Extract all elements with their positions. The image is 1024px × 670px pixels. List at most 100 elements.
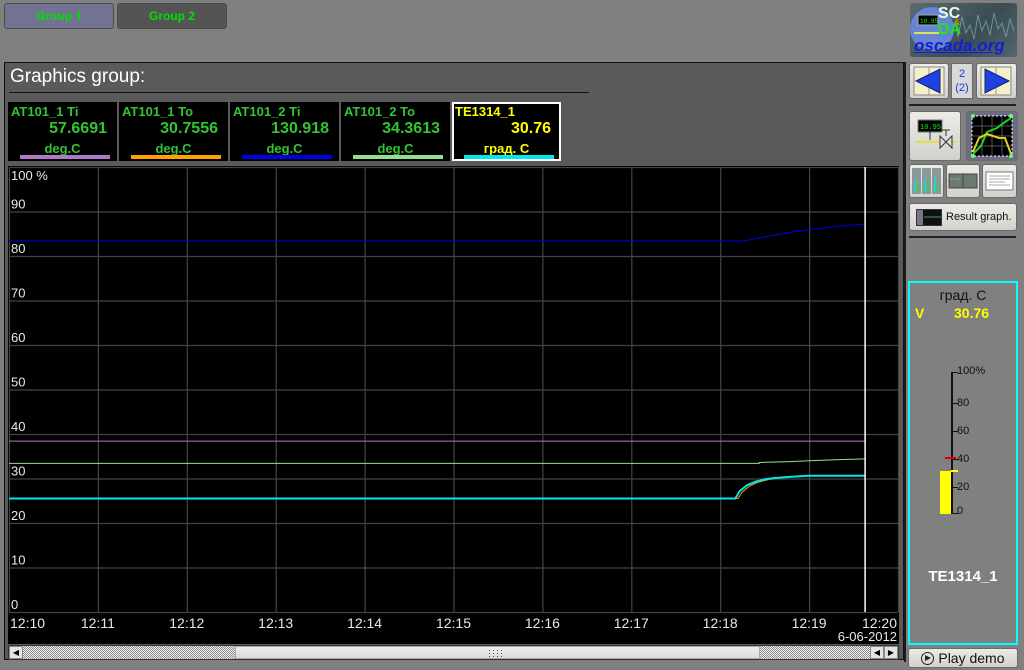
sidebar-separator <box>909 236 1016 238</box>
scroll-track[interactable] <box>23 646 870 659</box>
y-tick-label: 60 <box>11 330 25 345</box>
y-tick-label: 70 <box>11 286 25 301</box>
play-demo-label: Play demo <box>938 650 1005 666</box>
legend-color-bar <box>464 155 554 159</box>
arrow-left-icon <box>913 66 945 96</box>
tab-group-2[interactable]: Group 2 <box>117 3 227 29</box>
meter-level-bar <box>940 470 951 514</box>
document-icon <box>985 171 1014 191</box>
meter-parameter-name: TE1314_1 <box>928 568 998 585</box>
arrow-right-icon: ▶ <box>887 648 895 657</box>
arrow-right-icon <box>980 66 1012 96</box>
legend-item-at101-2-ti[interactable]: AT101_2 Ti 130.918 deg.C <box>230 102 339 161</box>
meter-value: 30.76 <box>954 305 990 321</box>
control-panels-icon <box>912 168 941 194</box>
y-tick-label: 20 <box>11 508 25 523</box>
scroll-left-button[interactable]: ◀ <box>9 646 23 659</box>
sidebar-separator <box>909 104 1016 106</box>
x-tick-label: 12:11 <box>81 615 115 631</box>
y-tick-label: 100 % <box>11 168 48 183</box>
meter-value-marker <box>951 469 958 472</box>
x-tick-label: 12:16 <box>525 615 560 631</box>
oscada-logo[interactable]: 10.95 SC & DA oscada.org <box>910 3 1017 57</box>
legend-color-bar <box>131 155 221 159</box>
x-tick-label: 12:17 <box>614 615 649 631</box>
panel-title: Graphics group: <box>10 66 146 87</box>
scroll-thumb[interactable] <box>234 646 760 659</box>
logo-site: oscada.org <box>914 36 1005 55</box>
x-tick-label: 12:10 <box>10 615 45 631</box>
x-tick-label: 12:18 <box>703 615 738 631</box>
grip-icon <box>489 650 506 657</box>
meter-unit: град. С <box>939 287 987 303</box>
trend-view-button[interactable] <box>966 111 1018 161</box>
result-graph-button[interactable]: Result graph. <box>909 203 1017 231</box>
y-tick-label: 90 <box>11 197 25 212</box>
meter-scale-label: 80 <box>957 397 970 409</box>
selected-parameter-meter: град. С V 30.76 100% 80 60 40 20 0 TE131… <box>908 281 1018 645</box>
result-graph-icon <box>916 209 942 226</box>
next-page-button[interactable] <box>976 63 1017 99</box>
legend-color-bar <box>20 155 110 159</box>
result-graph-label: Result graph. <box>946 211 1012 223</box>
play-circle-icon <box>921 652 935 665</box>
mnemo-scheme-button[interactable]: 10.95 <box>909 111 961 161</box>
x-tick-label: 12:13 <box>258 615 293 631</box>
legend-unit: deg.C <box>44 141 81 156</box>
y-tick-label: 0 <box>11 597 18 612</box>
page-number: 2 <box>958 68 966 80</box>
meter-scale-label: 40 <box>957 453 970 465</box>
arrow-left-icon: ◀ <box>873 648 881 657</box>
legend-name: AT101_2 To <box>344 104 416 119</box>
trend-chart[interactable]: 0 10 20 30 40 50 60 70 80 90 100 % 12:10 12:11 12:12 1… <box>8 166 899 644</box>
logo-display: 10.95 <box>920 18 938 25</box>
arrow-left-icon: ◀ <box>12 648 20 657</box>
svg-text:10.95: 10.95 <box>920 124 941 132</box>
meter-scale-axis <box>951 372 953 514</box>
group-panels-icon <box>948 173 978 189</box>
legend-item-at101-1-ti[interactable]: AT101_1 Ti 57.6691 deg.C <box>8 102 117 161</box>
scroll-right-button[interactable]: ▶ <box>884 646 898 659</box>
trend-chart-svg: 0 10 20 30 40 50 60 70 80 90 100 % 12:10 12:11 12:12 1… <box>8 166 899 644</box>
legend-unit: deg.C <box>155 141 192 156</box>
x-tick-label: 12:19 <box>792 615 827 631</box>
meter-scale-label: 60 <box>957 425 970 437</box>
legend-unit: deg.C <box>266 141 303 156</box>
y-tick-label: 80 <box>11 241 25 256</box>
legend-item-te1314-1[interactable]: TE1314_1 30.76 град. С <box>452 102 561 161</box>
group-overview-button[interactable] <box>946 164 980 198</box>
legend-unit: deg.C <box>377 141 414 156</box>
series-line-at101-2-ti <box>9 223 866 242</box>
y-tick-label: 10 <box>11 553 25 568</box>
tab-group-1[interactable]: Group 1 <box>4 3 114 29</box>
report-document-button[interactable] <box>982 164 1017 198</box>
legend-name: TE1314_1 <box>455 104 515 119</box>
meter-scale-label: 100% <box>957 365 986 377</box>
page-total: (2) <box>955 82 969 94</box>
scroll-left-step-button[interactable]: ◀ <box>870 646 884 659</box>
legend-value: 30.7556 <box>160 120 218 137</box>
meter-value-label: V <box>915 305 925 321</box>
legend-item-at101-1-to[interactable]: AT101_1 To 30.7556 deg.C <box>119 102 228 161</box>
legend-color-bar <box>242 155 332 159</box>
series-line-at101-2-to <box>9 458 866 464</box>
prev-page-button[interactable] <box>909 63 949 99</box>
legend-value: 57.6691 <box>49 120 107 137</box>
x-tick-label: 12:14 <box>347 615 382 631</box>
y-tick-label: 50 <box>11 375 25 390</box>
title-divider <box>9 92 589 93</box>
legend-item-at101-2-to[interactable]: AT101_2 To 34.3613 deg.C <box>341 102 450 161</box>
legend-value: 34.3613 <box>382 120 440 137</box>
date-label: 6-06-2012 <box>838 629 897 644</box>
legend-name: AT101_1 Ti <box>11 104 79 119</box>
legend-value: 130.918 <box>271 120 329 137</box>
graphics-group-panel: Graphics group: AT101_1 Ti 57.6691 deg.C… <box>4 62 904 660</box>
meter-alarm-marker <box>945 456 956 459</box>
play-demo-button[interactable]: Play demo <box>908 648 1018 668</box>
legend-value: 30.76 <box>510 120 551 137</box>
x-tick-label: 12:15 <box>436 615 471 631</box>
meter-scale-label: 20 <box>957 481 970 493</box>
control-panel-view-button[interactable] <box>909 164 944 198</box>
y-tick-label: 30 <box>11 464 25 479</box>
chart-horizontal-scrollbar[interactable]: ◀ ◀ ▶ <box>8 645 899 660</box>
